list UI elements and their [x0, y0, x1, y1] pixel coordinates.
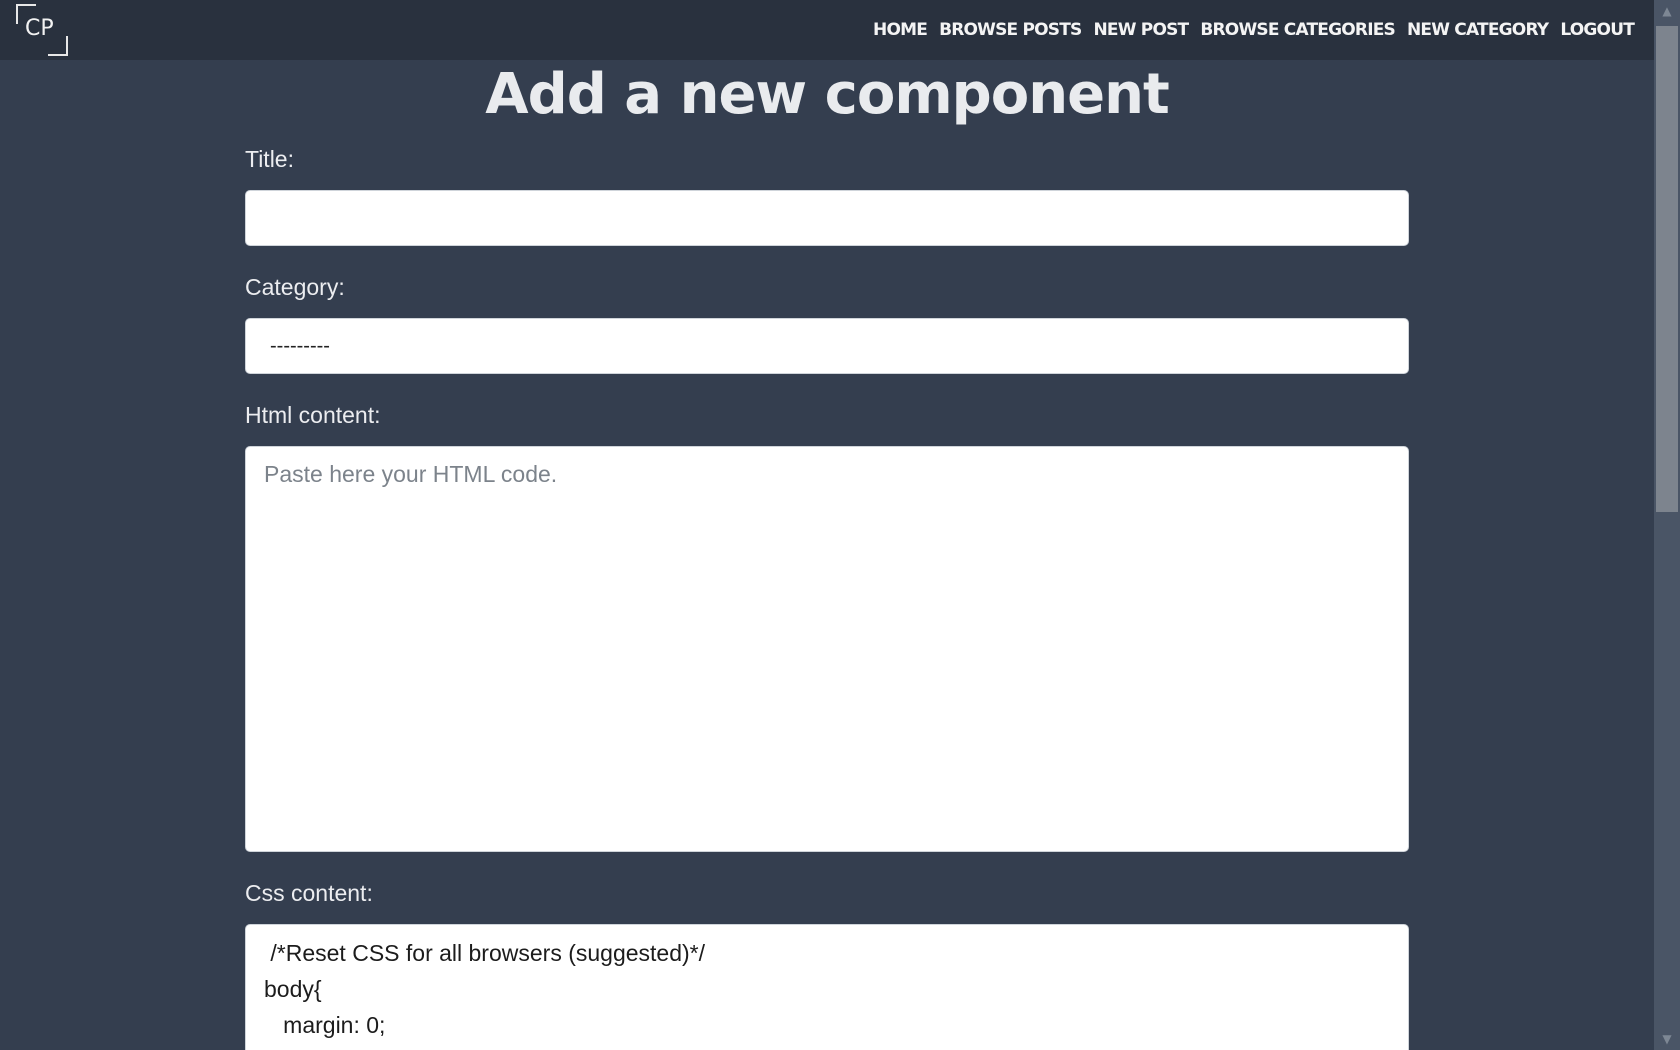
scrollbar-thumb[interactable]	[1656, 26, 1678, 512]
logo[interactable]: CP	[16, 4, 68, 56]
category-select[interactable]: ---------	[245, 318, 1409, 374]
nav-links: HOME BROWSE POSTS NEW POST BROWSE CATEGO…	[873, 0, 1635, 60]
nav-link-browse-categories[interactable]: BROWSE CATEGORIES	[1200, 20, 1395, 40]
scroll-down-arrow-icon[interactable]: ▼	[1654, 1028, 1680, 1050]
nav-link-new-category[interactable]: NEW CATEGORY	[1407, 20, 1549, 40]
title-input[interactable]	[245, 190, 1409, 246]
page-title: Add a new component	[485, 62, 1169, 127]
nav-link-home[interactable]: HOME	[873, 20, 928, 40]
css-code-line: margin: 0;	[264, 1012, 386, 1038]
vertical-scrollbar[interactable]: ▲ ▼	[1654, 0, 1680, 1050]
title-label: Title:	[245, 146, 294, 172]
nav-link-logout[interactable]: LOGOUT	[1560, 20, 1634, 40]
css-content-label: Css content:	[245, 880, 373, 906]
css-content-textarea[interactable]: /*Reset CSS for all browsers (suggested)…	[245, 924, 1409, 1050]
category-label: Category:	[245, 274, 345, 300]
html-content-textarea[interactable]: Paste here your HTML code.	[245, 446, 1409, 852]
nav-link-new-post[interactable]: NEW POST	[1093, 20, 1189, 40]
html-content-placeholder: Paste here your HTML code.	[264, 461, 558, 487]
scroll-up-arrow-icon[interactable]: ▲	[1654, 0, 1680, 22]
navbar: CP HOME BROWSE POSTS NEW POST BROWSE CAT…	[0, 0, 1654, 60]
css-code-line: /*Reset CSS for all browsers (suggested)…	[264, 940, 706, 966]
html-content-label: Html content:	[245, 402, 381, 428]
page: CP HOME BROWSE POSTS NEW POST BROWSE CAT…	[0, 0, 1680, 1050]
nav-link-browse-posts[interactable]: BROWSE POSTS	[939, 20, 1082, 40]
css-code-line: body{	[264, 976, 322, 1002]
css-content-code: /*Reset CSS for all browsers (suggested)…	[264, 935, 705, 1043]
category-select-value: ---------	[270, 335, 330, 357]
logo-text: CP	[25, 16, 54, 41]
